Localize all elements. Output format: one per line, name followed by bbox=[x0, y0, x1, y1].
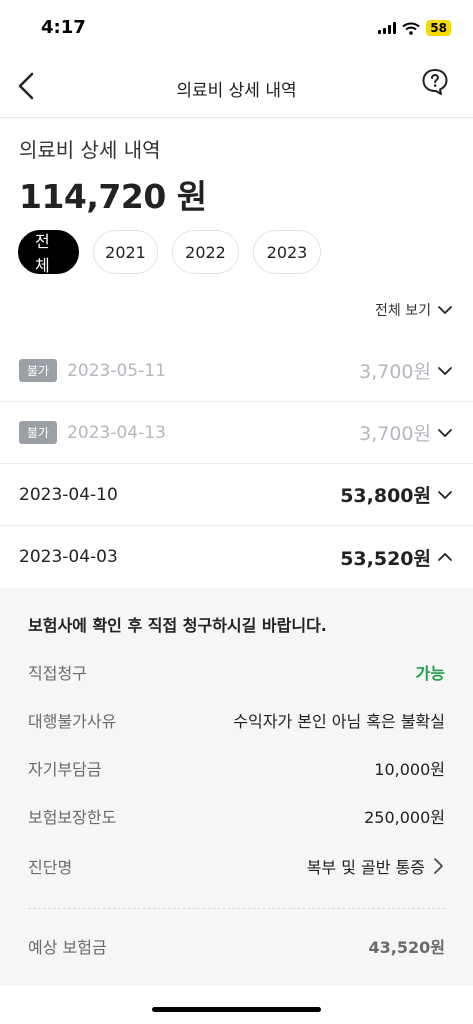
year-filter-tabs: 전체 2021 2022 2023 bbox=[18, 230, 321, 275]
record-date: 2023-04-10 bbox=[19, 484, 118, 505]
summary-total-amount: 114,720 원 bbox=[19, 177, 207, 216]
home-indicator[interactable] bbox=[152, 1007, 321, 1012]
estimated-benefit: 43,520원 bbox=[368, 938, 445, 957]
detail-value: 가능 bbox=[415, 664, 445, 683]
record-list: 불가 2023-05-11 3,700원 불가 2023-04-13 3,700… bbox=[0, 340, 473, 588]
tab-2021[interactable]: 2021 bbox=[93, 230, 158, 274]
status-badge: 불가 bbox=[19, 359, 58, 382]
status-icons: 58 bbox=[378, 20, 451, 36]
detail-label: 자기부담금 bbox=[28, 760, 102, 779]
chevron-down-icon bbox=[438, 367, 452, 375]
help-bubble-icon[interactable] bbox=[421, 68, 449, 96]
chevron-down-icon bbox=[438, 491, 452, 499]
detail-label: 보험보장한도 bbox=[28, 808, 117, 827]
page-title: 의료비 상세 내역 bbox=[176, 81, 297, 101]
chevron-up-icon bbox=[438, 553, 452, 561]
diagnosis-link[interactable]: 복부 및 골반 통증 bbox=[307, 854, 445, 878]
view-all-dropdown[interactable]: 전체 보기 bbox=[375, 300, 453, 320]
record-row-expanded[interactable]: 2023-04-03 53,520원 bbox=[0, 526, 473, 588]
chevron-down-icon bbox=[438, 306, 452, 314]
record-row[interactable]: 불가 2023-04-13 3,700원 bbox=[0, 402, 473, 464]
detail-label: 예상 보험금 bbox=[28, 938, 107, 957]
detail-label: 직접청구 bbox=[28, 664, 87, 683]
tab-2022[interactable]: 2022 bbox=[172, 230, 239, 274]
detail-row-estimate: 예상 보험금 43,520원 bbox=[28, 932, 445, 960]
record-amount: 3,700원 bbox=[359, 361, 431, 383]
status-badge: 불가 bbox=[19, 421, 58, 444]
detail-label: 진단명 bbox=[28, 858, 73, 877]
record-detail-panel: 보험사에 확인 후 직접 청구하시길 바랍니다. 직접청구 가능 대행불가사유 … bbox=[0, 588, 473, 986]
divider bbox=[28, 908, 445, 909]
chevron-right-icon bbox=[434, 858, 443, 874]
detail-value: 수익자가 본인 아님 혹은 불확실 bbox=[233, 712, 445, 731]
detail-value: 복부 및 골반 통증 bbox=[306, 858, 425, 877]
detail-label: 대행불가사유 bbox=[28, 712, 117, 731]
detail-value: 250,000원 bbox=[364, 808, 445, 827]
nav-bar: 의료비 상세 내역 bbox=[0, 56, 473, 118]
record-amount: 3,700원 bbox=[359, 423, 431, 445]
summary-label: 의료비 상세 내역 bbox=[19, 138, 161, 162]
cellular-signal-icon bbox=[378, 22, 397, 34]
detail-row-deductible: 자기부담금 10,000원 bbox=[28, 754, 445, 782]
detail-row-diagnosis[interactable]: 진단명 복부 및 골반 통증 bbox=[28, 852, 445, 880]
record-date: 2023-04-13 bbox=[67, 422, 166, 443]
detail-value: 10,000원 bbox=[374, 760, 445, 779]
wifi-icon bbox=[402, 22, 420, 35]
tab-2023[interactable]: 2023 bbox=[253, 230, 321, 274]
record-amount: 53,520원 bbox=[340, 547, 431, 570]
tab-all[interactable]: 전체 bbox=[18, 230, 79, 275]
record-row[interactable]: 불가 2023-05-11 3,700원 bbox=[0, 340, 473, 402]
detail-row-coverage-limit: 보험보장한도 250,000원 bbox=[28, 802, 445, 830]
battery-indicator: 58 bbox=[426, 20, 451, 36]
record-amount: 53,800원 bbox=[340, 485, 431, 507]
detail-row-reason: 대행불가사유 수익자가 본인 아님 혹은 불확실 bbox=[28, 706, 445, 734]
chevron-down-icon bbox=[438, 429, 452, 437]
record-date: 2023-05-11 bbox=[67, 360, 166, 381]
record-row[interactable]: 2023-04-10 53,800원 bbox=[0, 464, 473, 526]
status-time: 4:17 bbox=[41, 17, 86, 38]
record-date: 2023-04-03 bbox=[19, 547, 118, 567]
view-all-label: 전체 보기 bbox=[375, 303, 431, 319]
claim-notice: 보험사에 확인 후 직접 청구하시길 바랍니다. bbox=[28, 616, 327, 635]
status-bar: 4:17 58 bbox=[0, 0, 473, 56]
detail-row-direct-claim: 직접청구 가능 bbox=[28, 658, 445, 686]
